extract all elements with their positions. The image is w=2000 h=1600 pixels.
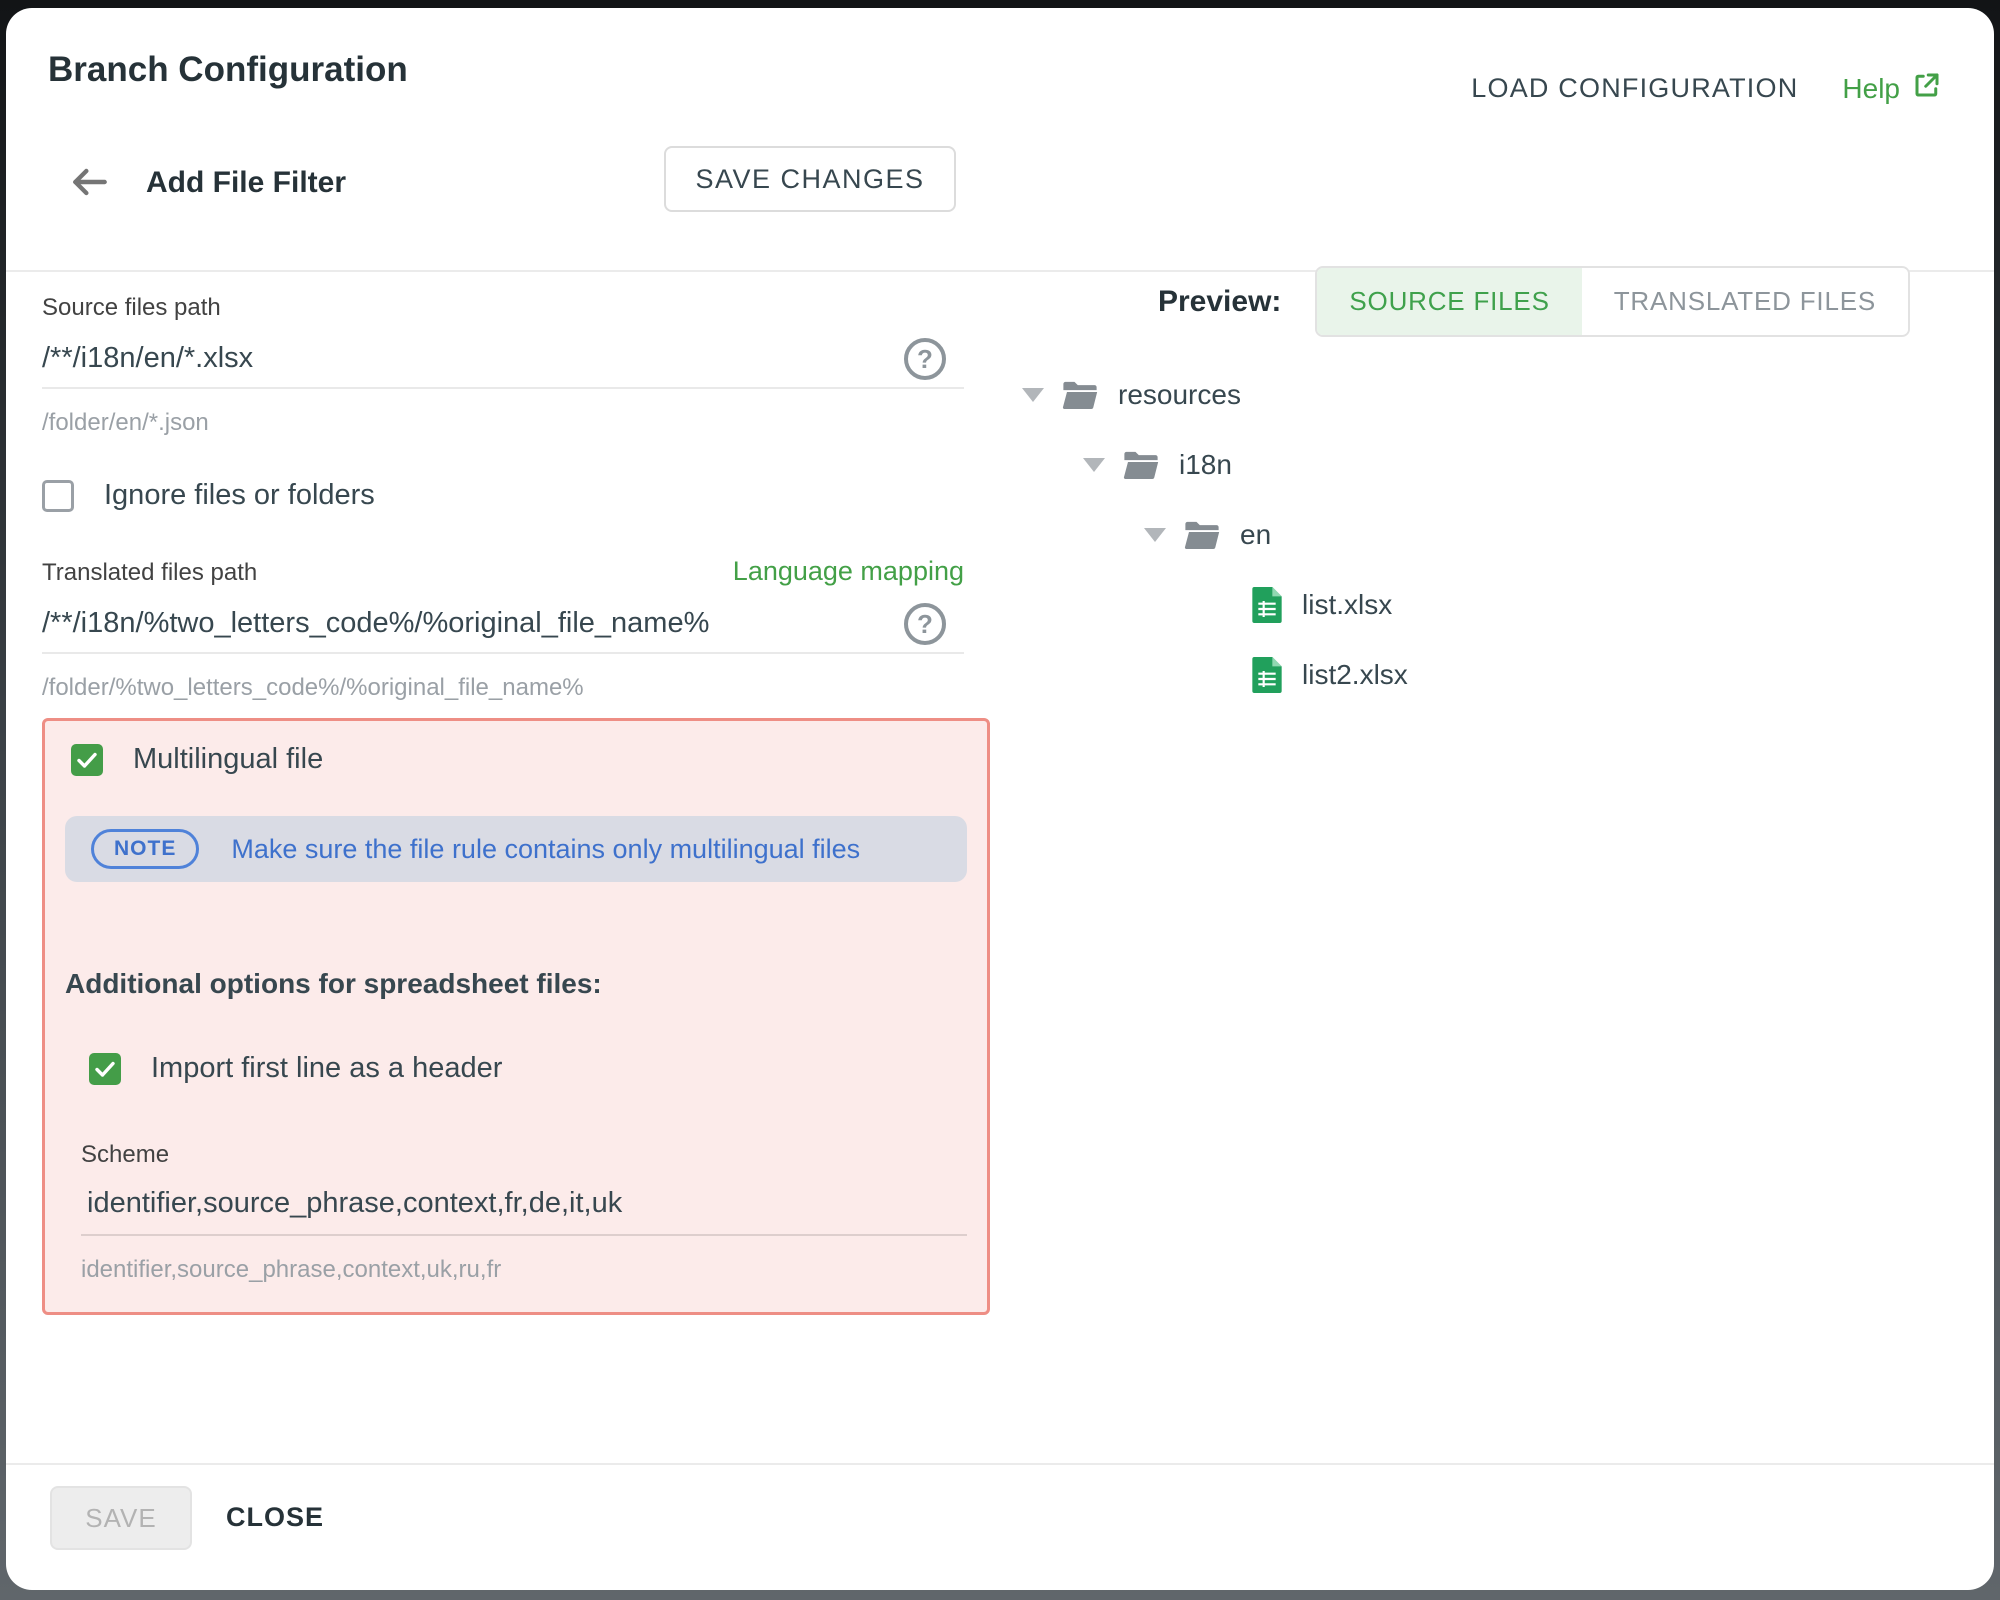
close-button[interactable]: CLOSE	[226, 1502, 324, 1533]
preview-label: Preview:	[1158, 285, 1281, 319]
folder-icon	[1184, 520, 1220, 550]
file-filter-form: Source files path ? /folder/en/*.json Ig…	[42, 294, 984, 1315]
scheme-field	[81, 1179, 967, 1236]
tab-translated-files[interactable]: TRANSLATED FILES	[1582, 268, 1908, 335]
source-path-label: Source files path	[42, 294, 984, 322]
note-badge: NOTE	[91, 829, 199, 869]
multilingual-options-highlight-box: Multilingual file NOTE Make sure the fil…	[42, 718, 990, 1315]
ignore-files-label: Ignore files or folders	[104, 479, 375, 512]
save-changes-button[interactable]: SAVE CHANGES	[664, 146, 956, 212]
caret-down-icon[interactable]	[1144, 528, 1166, 542]
tab-source-files[interactable]: SOURCE FILES	[1317, 268, 1581, 335]
spreadsheet-file-icon	[1252, 657, 1282, 693]
translated-path-label: Translated files path	[42, 559, 257, 587]
folder-icon	[1062, 380, 1098, 410]
import-first-line-checkbox[interactable]	[89, 1053, 121, 1085]
branch-configuration-dialog: Branch Configuration LOAD CONFIGURATION …	[6, 8, 1994, 1590]
note-text: Make sure the file rule contains only mu…	[231, 834, 860, 865]
help-link[interactable]: Help	[1842, 70, 1942, 107]
tree-item-resources[interactable]: resources	[1022, 360, 1408, 430]
preview-toggle-group: SOURCE FILES TRANSLATED FILES	[1315, 266, 1910, 337]
translated-path-field: ?	[42, 599, 964, 654]
ignore-files-checkbox[interactable]	[42, 480, 74, 512]
tree-item-i18n[interactable]: i18n	[1083, 430, 1408, 500]
page-title: Branch Configuration	[48, 50, 408, 90]
help-link-label: Help	[1842, 73, 1900, 105]
note-banner: NOTE Make sure the file rule contains on…	[65, 816, 967, 882]
footer-divider	[6, 1463, 1994, 1465]
import-first-line-label: Import first line as a header	[151, 1052, 502, 1085]
question-mark-icon[interactable]: ?	[904, 338, 946, 380]
caret-down-icon[interactable]	[1022, 388, 1044, 402]
save-button[interactable]: SAVE	[50, 1486, 192, 1550]
back-button[interactable]	[68, 160, 112, 204]
source-path-field: ?	[42, 334, 964, 389]
source-path-input[interactable]	[42, 334, 882, 375]
translated-path-hint: /folder/%two_letters_code%/%original_fil…	[42, 674, 984, 702]
tree-item-list2-xlsx[interactable]: list2.xlsx	[1212, 640, 1408, 710]
folder-icon	[1123, 450, 1159, 480]
caret-down-icon[interactable]	[1083, 458, 1105, 472]
tree-item-list-xlsx[interactable]: list.xlsx	[1212, 570, 1408, 640]
file-tree: resources i18n en list.xlsx	[1022, 360, 1408, 710]
scheme-hint: identifier,source_phrase,context,uk,ru,f…	[81, 1256, 967, 1284]
external-link-icon	[1912, 70, 1942, 107]
load-configuration-button[interactable]: LOAD CONFIGURATION	[1471, 73, 1798, 104]
scheme-label: Scheme	[81, 1141, 967, 1169]
language-mapping-link[interactable]: Language mapping	[733, 556, 964, 587]
subpage-title: Add File Filter	[146, 166, 346, 200]
multilingual-file-label: Multilingual file	[133, 743, 323, 776]
tree-item-en[interactable]: en	[1144, 500, 1408, 570]
spreadsheet-options-heading: Additional options for spreadsheet files…	[65, 968, 967, 1000]
translated-path-input[interactable]	[42, 599, 882, 640]
question-mark-icon[interactable]: ?	[904, 603, 946, 645]
source-path-hint: /folder/en/*.json	[42, 409, 984, 437]
spreadsheet-file-icon	[1252, 587, 1282, 623]
multilingual-file-checkbox[interactable]	[71, 744, 103, 776]
scheme-input[interactable]	[81, 1179, 967, 1220]
